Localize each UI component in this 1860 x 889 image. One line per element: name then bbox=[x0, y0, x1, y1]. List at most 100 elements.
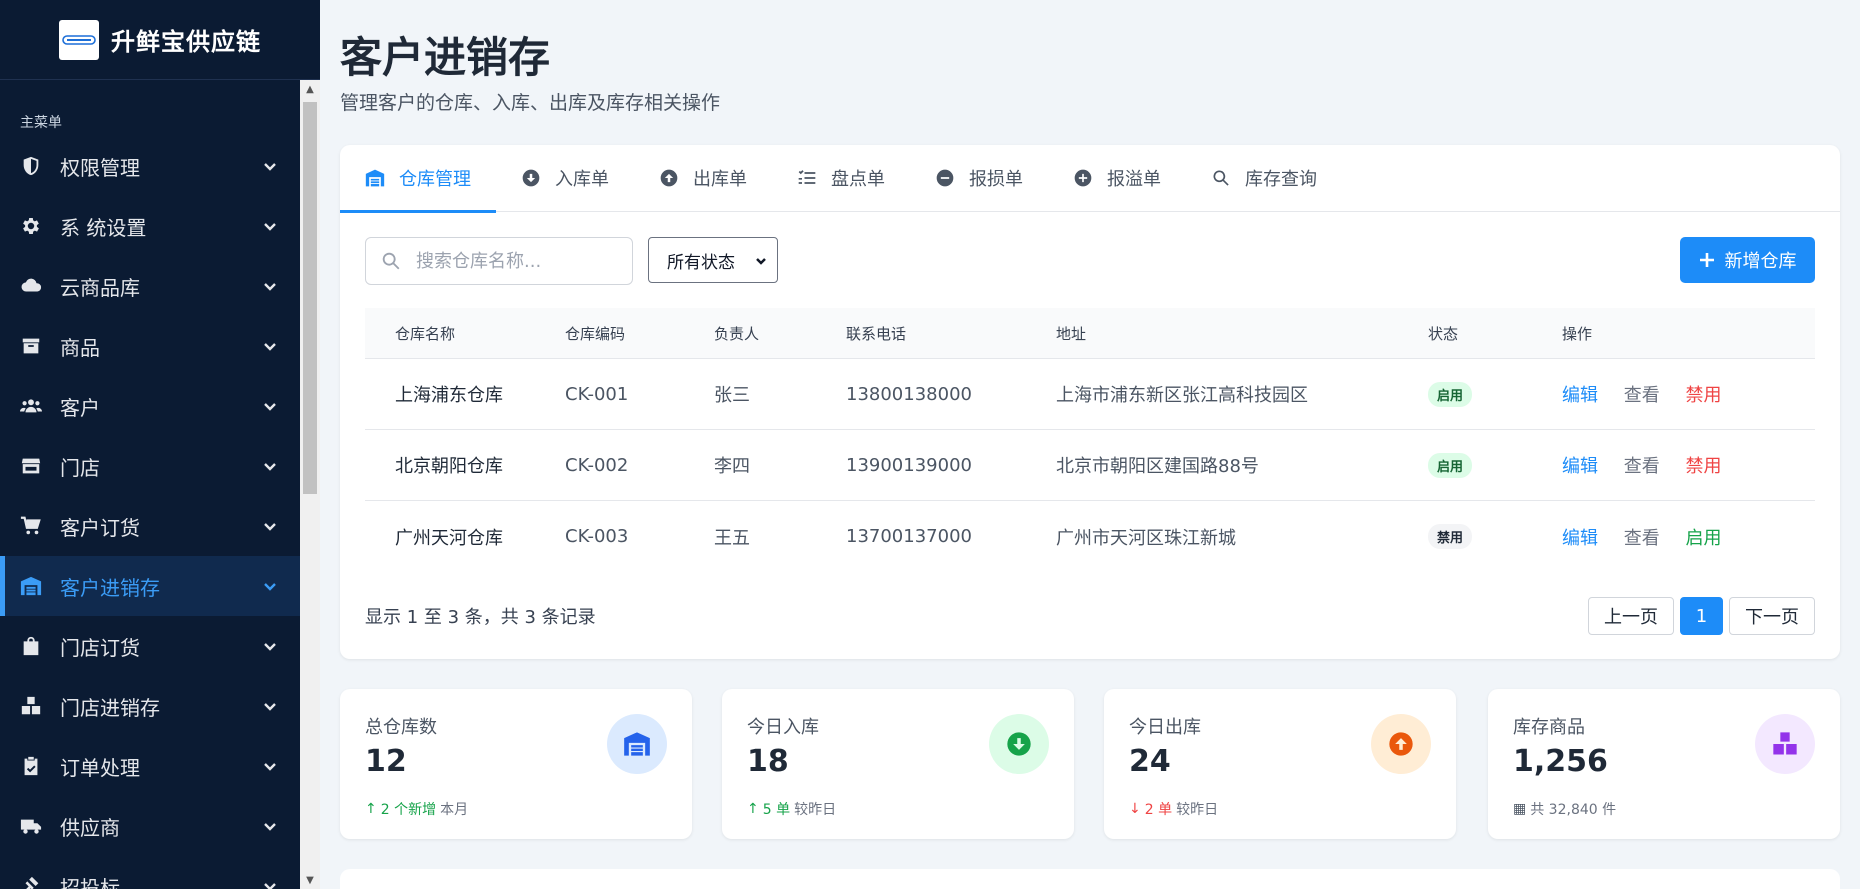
tab-inventory-query[interactable]: 库存查询 bbox=[1186, 145, 1342, 212]
cell-manager: 王五 bbox=[714, 527, 750, 549]
stat-trend-value: 2 单 bbox=[1144, 802, 1173, 818]
chevron-down-icon bbox=[262, 818, 278, 834]
chevron-down-icon bbox=[756, 258, 766, 265]
stat-trend: ↓ 2 单 较昨日 bbox=[1129, 799, 1218, 819]
cart-icon bbox=[20, 515, 42, 537]
sidebar-item-customers[interactable]: 客户 bbox=[0, 376, 320, 436]
sidebar-item-order-processing[interactable]: 订单处理 bbox=[0, 736, 320, 796]
arrow-up-icon: ↑ bbox=[747, 801, 759, 817]
tab-warehouse-management[interactable]: 仓库管理 bbox=[340, 145, 496, 213]
sidebar-item-label: 云商品库 bbox=[60, 275, 140, 300]
tab-label: 库存查询 bbox=[1245, 169, 1317, 190]
tab-overage-report[interactable]: 报溢单 bbox=[1048, 145, 1186, 212]
view-link[interactable]: 查看 bbox=[1624, 385, 1660, 406]
sidebar-item-customer-inventory[interactable]: 客户进销存 bbox=[0, 556, 320, 616]
tab-loss-report[interactable]: 报损单 bbox=[910, 145, 1048, 212]
chevron-down-icon bbox=[262, 638, 278, 654]
chevron-down-icon bbox=[262, 338, 278, 354]
gavel-icon bbox=[20, 875, 42, 889]
status-select[interactable]: 所有状态 bbox=[648, 237, 778, 283]
cell-manager: 张三 bbox=[714, 385, 750, 406]
sidebar-item-settings[interactable]: 系 统设置 bbox=[0, 196, 320, 256]
tab-label: 盘点单 bbox=[831, 169, 885, 190]
stat-trend-value: 5 单 bbox=[762, 802, 791, 818]
tab-label: 出库单 bbox=[693, 169, 747, 190]
stat-trend-value: 2 个新增 bbox=[380, 802, 437, 818]
chevron-down-icon bbox=[262, 518, 278, 534]
sidebar-item-permissions[interactable]: 权限管理 bbox=[0, 136, 320, 196]
column-header: 仓库名称 bbox=[395, 324, 456, 343]
brand-logo-icon bbox=[59, 19, 99, 60]
sidebar-item-store-inventory[interactable]: 门店进销存 bbox=[0, 676, 320, 736]
warehouse-card: 仓库管理 入库单 出库单 盘点单 报损单 报溢单 库存查询 搜索仓库名称... … bbox=[340, 145, 1840, 659]
brand[interactable]: 升鲜宝供应链 bbox=[0, 0, 320, 80]
prev-page-button[interactable]: 上一页 bbox=[1588, 597, 1674, 635]
scroll-up-icon[interactable]: ▲ bbox=[300, 80, 320, 98]
scrollbar-thumb[interactable] bbox=[303, 102, 317, 494]
sidebar-item-label: 客户 bbox=[60, 395, 100, 420]
shopping-bag-icon bbox=[20, 635, 42, 657]
sidebar-menu: 主菜单 权限管理 系 统设置 云商品库 商品 客户 门店 客户订货 客户进销存 … bbox=[0, 80, 320, 889]
cell-phone: 13700137000 bbox=[846, 526, 972, 547]
sidebar-item-customer-orders[interactable]: 客户订货 bbox=[0, 496, 320, 556]
warehouse-icon bbox=[20, 575, 42, 597]
edit-link[interactable]: 编辑 bbox=[1562, 456, 1598, 477]
cell-address: 上海市浦东新区张江高科技园区 bbox=[1056, 385, 1308, 406]
cell-code: CK-003 bbox=[565, 526, 629, 547]
add-warehouse-button[interactable]: 新增仓库 bbox=[1680, 237, 1815, 283]
scroll-down-icon[interactable]: ▼ bbox=[300, 871, 320, 889]
disable-link[interactable]: 禁用 bbox=[1685, 456, 1721, 477]
view-link[interactable]: 查看 bbox=[1624, 528, 1660, 549]
search-icon bbox=[382, 252, 400, 270]
sidebar-item-suppliers[interactable]: 供应商 bbox=[0, 796, 320, 856]
warehouse-table: 仓库名称 仓库编码 负责人 联系电话 地址 状态 操作 上海浦东仓库 CK-00… bbox=[365, 308, 1815, 572]
enable-link[interactable]: 启用 bbox=[1685, 528, 1721, 549]
chevron-down-icon bbox=[262, 158, 278, 174]
stat-trend-text: 共 32,840 件 bbox=[1530, 802, 1617, 818]
arrow-up-circle-icon bbox=[1371, 714, 1431, 774]
stat-label: 库存商品 bbox=[1513, 717, 1585, 738]
chevron-down-icon bbox=[262, 458, 278, 474]
chevron-down-icon bbox=[262, 278, 278, 294]
sidebar-item-bidding[interactable]: 招投标 bbox=[0, 856, 320, 889]
table-row: 上海浦东仓库 CK-001 张三 13800138000 上海市浦东新区张江高科… bbox=[365, 359, 1815, 430]
clipboard-check-icon bbox=[20, 755, 42, 777]
sidebar-item-label: 系 统设置 bbox=[60, 215, 147, 240]
cell-name: 上海浦东仓库 bbox=[395, 385, 503, 406]
plus-circle-icon bbox=[1074, 169, 1092, 187]
disable-link[interactable]: 禁用 bbox=[1685, 385, 1721, 406]
tab-stocktake[interactable]: 盘点单 bbox=[772, 145, 910, 212]
sidebar-item-cloud-products[interactable]: 云商品库 bbox=[0, 256, 320, 316]
edit-link[interactable]: 编辑 bbox=[1562, 385, 1598, 406]
tab-outbound[interactable]: 出库单 bbox=[634, 145, 772, 212]
tab-label: 入库单 bbox=[555, 169, 609, 190]
sidebar-item-products[interactable]: 商品 bbox=[0, 316, 320, 376]
page-title: 客户进销存 bbox=[340, 33, 551, 82]
brand-title: 升鲜宝供应链 bbox=[111, 28, 261, 56]
stat-value: 12 bbox=[365, 744, 407, 779]
view-link[interactable]: 查看 bbox=[1624, 456, 1660, 477]
edit-link[interactable]: 编辑 bbox=[1562, 528, 1598, 549]
sidebar-scrollbar[interactable]: ▲ ▼ bbox=[300, 80, 320, 889]
list-check-icon bbox=[798, 170, 816, 184]
chevron-down-icon bbox=[262, 218, 278, 234]
search-box[interactable] bbox=[365, 237, 633, 285]
search-input[interactable] bbox=[416, 250, 616, 272]
tab-inbound[interactable]: 入库单 bbox=[496, 145, 634, 212]
stat-card-total-warehouses: 总仓库数 12 ↑ 2 个新增 本月 bbox=[340, 689, 692, 839]
sidebar-item-label: 招投标 bbox=[60, 875, 120, 889]
gear-icon bbox=[20, 215, 42, 237]
cloud-icon bbox=[20, 275, 42, 297]
toolbar: 所有状态 新增仓库 bbox=[365, 237, 1815, 285]
sidebar-item-store-orders[interactable]: 门店订货 bbox=[0, 616, 320, 676]
box-icon bbox=[20, 335, 42, 357]
status-select-value: 所有状态 bbox=[667, 252, 735, 273]
page-1-button[interactable]: 1 bbox=[1680, 597, 1723, 635]
chevron-down-icon bbox=[262, 698, 278, 714]
sidebar-item-stores[interactable]: 门店 bbox=[0, 436, 320, 496]
stat-card-inventory-products: 库存商品 1,256 ▦ 共 32,840 件 bbox=[1488, 689, 1840, 839]
next-page-button[interactable]: 下一页 bbox=[1729, 597, 1815, 635]
store-icon bbox=[20, 455, 42, 477]
cell-name: 北京朝阳仓库 bbox=[395, 456, 503, 477]
sidebar-item-label: 商品 bbox=[60, 335, 100, 360]
